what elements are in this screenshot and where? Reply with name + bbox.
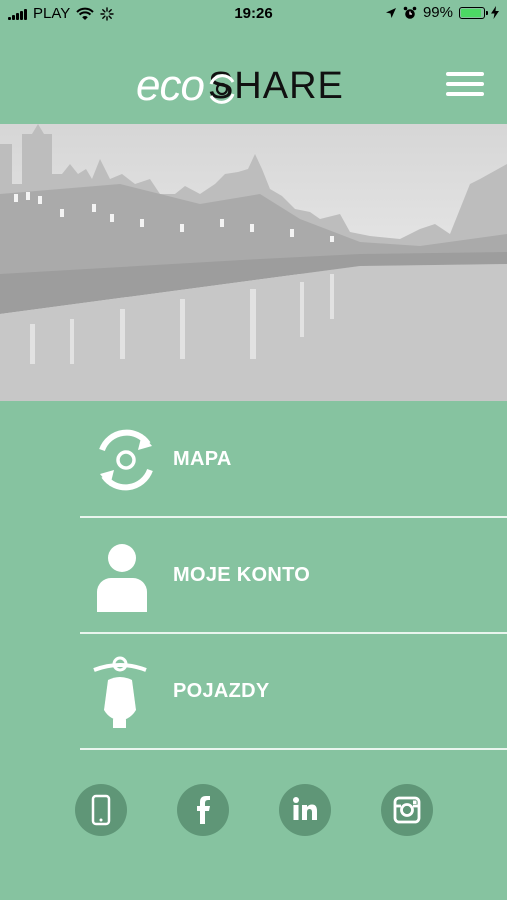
hamburger-menu-button[interactable] — [446, 72, 484, 102]
linkedin-button[interactable] — [279, 784, 331, 836]
ecoshare-logo[interactable]: eco SHARE — [136, 61, 344, 110]
facebook-icon — [197, 796, 210, 824]
status-right: 99% — [385, 4, 499, 21]
menu-divider — [80, 748, 507, 750]
battery-percent: 99% — [422, 4, 453, 21]
user-icon — [97, 544, 147, 612]
facebook-button[interactable] — [177, 784, 229, 836]
logo-eco-text: eco — [136, 61, 205, 110]
charging-bolt-icon — [491, 6, 499, 19]
phone-icon — [91, 794, 111, 826]
menu-label-mapa: MAPA — [173, 448, 232, 470]
recycle-map-icon — [99, 429, 153, 491]
instagram-button[interactable] — [381, 784, 433, 836]
alarm-icon — [403, 6, 417, 19]
instagram-icon — [393, 796, 421, 824]
menu-label-pojazdy: POJAZDY — [173, 680, 270, 702]
menu-item-pojazdy[interactable]: POJAZDY — [80, 634, 507, 750]
menu-label-moje-konto: MOJE KONTO — [173, 564, 311, 586]
scooter-icon — [93, 656, 147, 728]
logo-recycle-mark — [209, 74, 235, 104]
linkedin-icon — [293, 797, 317, 820]
location-arrow-icon — [385, 7, 396, 18]
phone-button[interactable] — [75, 784, 127, 836]
battery-icon — [459, 6, 488, 19]
hero-city-image — [0, 124, 507, 401]
status-bar: PLAY 19:26 99% — [0, 0, 507, 28]
menu-item-mapa[interactable]: MAPA — [80, 402, 507, 518]
menu-item-moje-konto[interactable]: MOJE KONTO — [80, 518, 507, 634]
